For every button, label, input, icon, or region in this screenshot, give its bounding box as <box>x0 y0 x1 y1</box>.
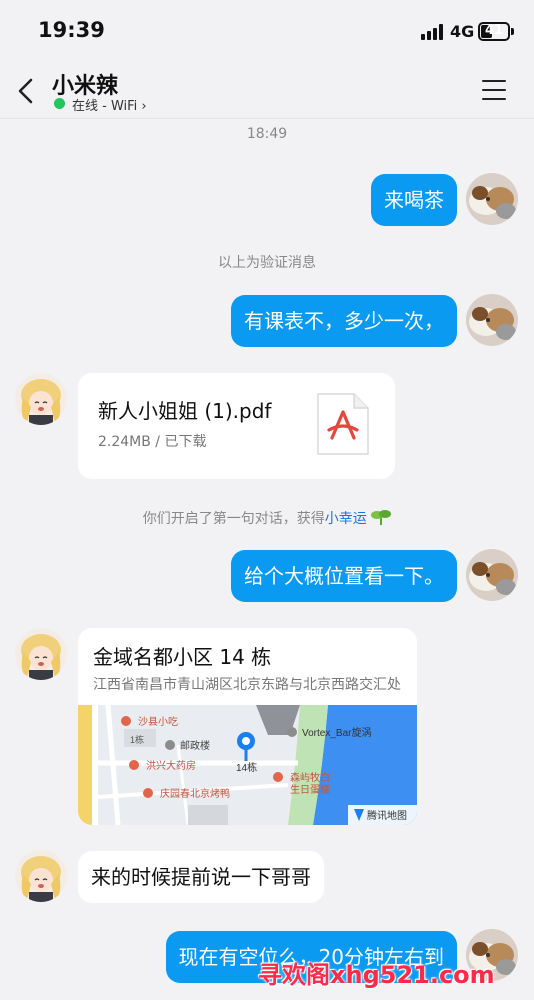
location-name: 金域名都小区 14 栋 <box>93 645 272 669</box>
cat-avatar-image <box>466 173 518 225</box>
online-status-dot <box>54 98 65 109</box>
network-type: 4G <box>450 22 475 41</box>
battery-level: 41 <box>484 23 504 38</box>
cat-avatar-image <box>466 549 518 601</box>
self-avatar[interactable] <box>466 173 518 225</box>
cat-avatar-image <box>466 294 518 346</box>
anime-girl-avatar-image <box>15 850 67 902</box>
first-chat-note-text: 你们开启了第一句对话，获得 <box>142 511 325 527</box>
watermark: 寻欢阁xhg521.com <box>258 961 495 989</box>
map-poi-label: 庆园春北京烤鸭 <box>160 787 230 800</box>
contact-avatar[interactable] <box>15 373 67 425</box>
battery-cap <box>511 28 514 35</box>
back-button[interactable] <box>10 74 44 108</box>
map-poi-label: 生日蛋糕 <box>290 783 330 796</box>
map-poi-label: 洪兴大药房 <box>146 759 196 772</box>
cellular-signal-icon <box>421 24 445 40</box>
map-building-label: 1栋 <box>130 734 144 745</box>
battery-icon: 41 <box>478 22 510 41</box>
contact-avatar[interactable] <box>15 628 67 680</box>
menu-line <box>482 80 506 83</box>
message-bubble-self[interactable]: 来喝茶 <box>371 174 457 226</box>
file-name: 新人小姐姐 (1).pdf <box>98 399 272 423</box>
sprout-icon <box>371 510 392 525</box>
map-poi-label: 邮政楼 <box>180 739 210 752</box>
header-divider <box>0 118 534 119</box>
menu-button[interactable] <box>480 78 508 102</box>
anime-girl-avatar-image <box>15 373 67 425</box>
map-brand-label: 腾讯地图 <box>367 809 407 822</box>
status-time: 19:39 <box>38 18 105 42</box>
file-message-card[interactable]: 新人小姐姐 (1).pdf 2.24MB / 已下载 <box>78 373 395 479</box>
location-address: 江西省南昌市青山湖区北京东路与北京西路交汇处 <box>93 677 401 693</box>
map-poi-label: 沙县小吃 <box>138 715 178 728</box>
map-poi-label: Vortex_Bar旋涡 <box>302 726 371 739</box>
self-avatar[interactable] <box>466 294 518 346</box>
chevron-left-icon <box>18 78 33 104</box>
file-meta: 2.24MB / 已下载 <box>98 434 207 450</box>
self-avatar[interactable] <box>466 549 518 601</box>
location-message-card[interactable]: 金域名都小区 14 栋 江西省南昌市青山湖区北京东路与北京西路交汇处 沙县小吃 … <box>78 628 417 825</box>
message-timestamp: 18:49 <box>246 126 288 142</box>
map-pin-label: 14栋 <box>236 761 257 774</box>
location-map[interactable]: 沙县小吃 1栋 邮政楼 洪兴大药房 庆园春北京烤鸭 Vortex_Bar旋涡 森… <box>78 705 417 825</box>
menu-line <box>482 98 506 101</box>
online-status[interactable]: 在线 - WiFi › <box>72 95 147 114</box>
message-bubble-self[interactable]: 有课表不，多少一次， <box>231 295 457 347</box>
first-chat-note: 你们开启了第一句对话，获得小幸运 <box>0 508 534 528</box>
menu-line <box>482 89 506 92</box>
luck-link[interactable]: 小幸运 <box>325 511 367 527</box>
anime-girl-avatar-image <box>15 628 67 680</box>
contact-avatar[interactable] <box>15 850 67 902</box>
map-poi-label: 森屿牧白 <box>290 771 330 784</box>
pdf-file-icon <box>317 393 369 455</box>
verification-note: 以上为验证消息 <box>218 255 316 271</box>
message-bubble-other[interactable]: 来的时候提前说一下哥哥 <box>78 851 324 903</box>
message-bubble-self[interactable]: 给个大概位置看一下。 <box>231 550 457 602</box>
